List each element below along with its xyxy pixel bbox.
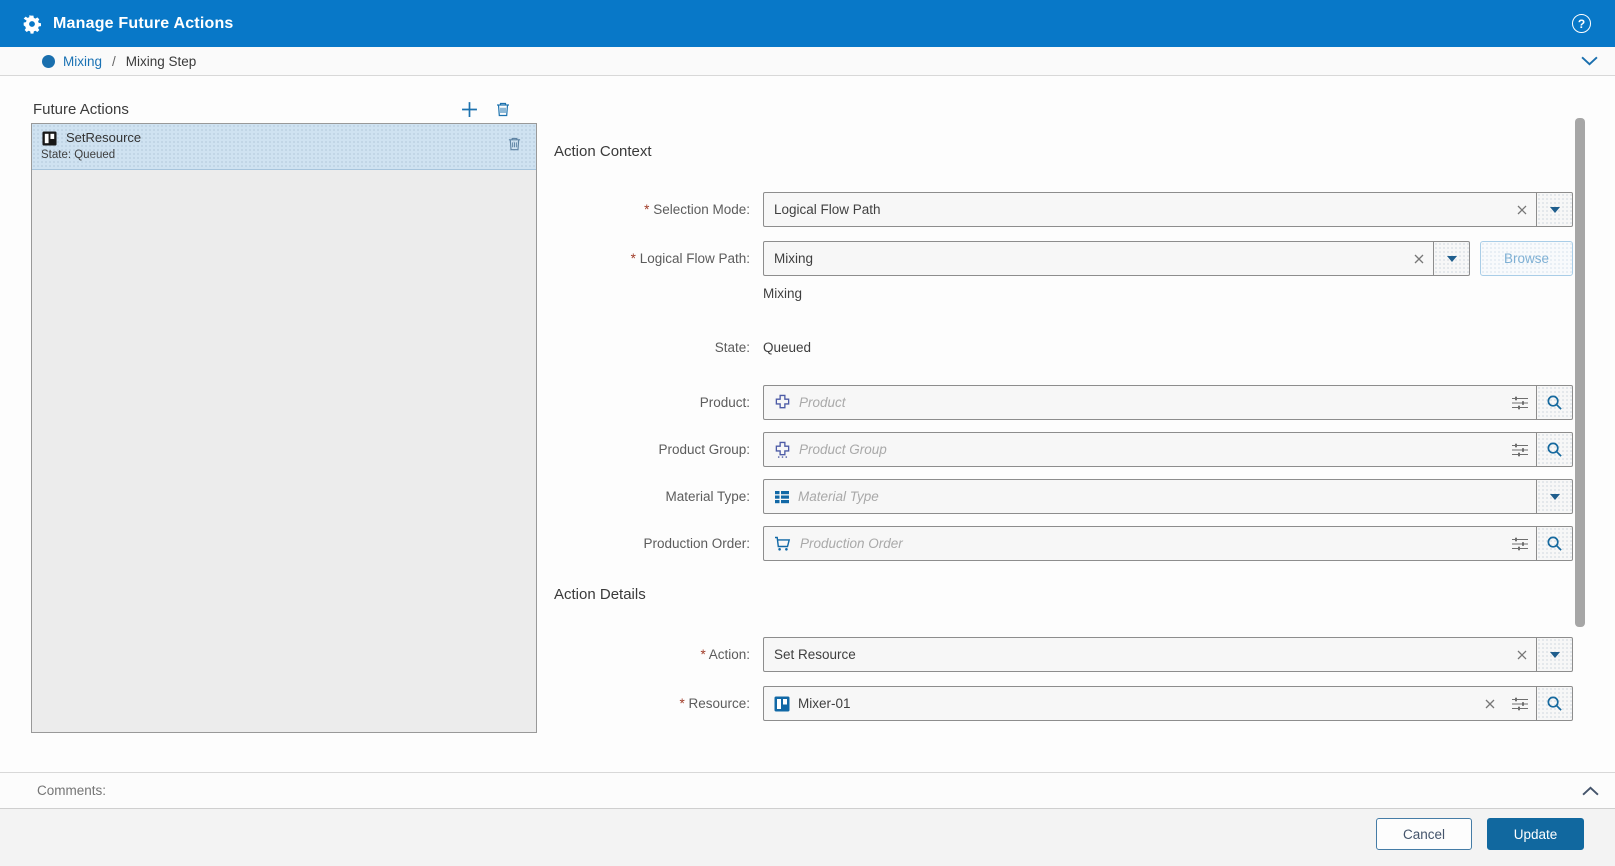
clear-icon[interactable] (1508, 638, 1536, 671)
caret-down-icon (1549, 206, 1560, 213)
search-icon (1547, 395, 1562, 410)
product-label: Product: (699, 395, 750, 410)
search-icon (1547, 696, 1562, 711)
production-order-field (763, 526, 1573, 561)
form-row-logical-flow-path: Logical Flow Path: Browse (554, 241, 1573, 276)
product-group-label: Product Group: (658, 442, 750, 457)
action-input[interactable] (764, 638, 1508, 671)
product-group-icon (774, 441, 791, 458)
product-field (763, 385, 1573, 420)
manage-future-actions-window: Manage Future Actions ? Mixing / Mixing … (0, 0, 1615, 866)
caret-down-icon (1446, 255, 1457, 262)
production-order-input[interactable] (792, 527, 1504, 560)
search-icon (1547, 442, 1562, 457)
material-type-dropdown-button[interactable] (1536, 480, 1572, 513)
material-type-label: Material Type: (665, 489, 750, 504)
product-group-search-button[interactable] (1536, 433, 1572, 466)
delete-item-icon[interactable] (507, 136, 522, 157)
future-actions-list: SetResource State: Queued (31, 123, 537, 733)
filter-sliders-icon[interactable] (1504, 433, 1536, 466)
add-action-button[interactable] (461, 101, 478, 118)
title-bar: Manage Future Actions ? (0, 0, 1615, 47)
product-group-input[interactable] (791, 433, 1504, 466)
resource-label: Resource: (554, 696, 750, 711)
update-button[interactable]: Update (1487, 818, 1584, 850)
selection-mode-label: Selection Mode: (554, 202, 750, 217)
comments-bar: Comments: (0, 772, 1615, 809)
clear-icon[interactable] (1405, 242, 1433, 275)
form-row-selection-mode: Selection Mode: (554, 192, 1573, 227)
product-search-button[interactable] (1536, 386, 1572, 419)
material-type-list-icon (774, 489, 790, 505)
state-value: Queued (763, 339, 812, 355)
logical-flow-path-field (763, 241, 1470, 276)
state-label: State: (714, 339, 750, 355)
cancel-button[interactable]: Cancel (1376, 818, 1472, 850)
breadcrumb-dot-icon (42, 54, 55, 68)
breadcrumb-link-mixing[interactable]: Mixing (63, 54, 102, 69)
page-title: Manage Future Actions (53, 14, 234, 32)
action-dropdown-button[interactable] (1536, 638, 1572, 671)
resource-icon (774, 696, 790, 712)
search-icon (1547, 536, 1562, 551)
help-icon[interactable]: ? (1572, 14, 1591, 33)
clear-icon[interactable] (1476, 687, 1504, 720)
resource-icon (42, 131, 57, 151)
material-type-input[interactable] (790, 480, 1536, 513)
browse-button[interactable]: Browse (1480, 241, 1573, 276)
chevron-down-icon[interactable] (1581, 56, 1598, 66)
action-context-heading: Action Context (554, 143, 652, 160)
logical-flow-path-description: Mixing (763, 286, 803, 301)
gear-icon (22, 14, 42, 34)
form-row-production-order: Production Order: (554, 526, 1573, 561)
clear-icon[interactable] (1508, 193, 1536, 226)
selection-mode-dropdown-button[interactable] (1536, 193, 1572, 226)
form-row-action: Action: (554, 637, 1573, 672)
production-order-label: Production Order: (643, 536, 750, 551)
footer-bar: Cancel Update (0, 809, 1615, 866)
logical-flow-path-label: Logical Flow Path: (554, 251, 750, 266)
breadcrumb-separator: / (112, 53, 116, 69)
action-details-heading: Action Details (554, 586, 646, 603)
form-row-state: State: Queued (554, 337, 1573, 357)
material-type-field (763, 479, 1573, 514)
resource-input[interactable] (790, 687, 1476, 720)
vertical-scrollbar[interactable] (1575, 118, 1585, 627)
selection-mode-field (763, 192, 1573, 227)
product-group-field (763, 432, 1573, 467)
form-row-resource: Resource: (554, 686, 1573, 721)
product-input[interactable] (791, 386, 1504, 419)
list-item-name: SetResource (66, 130, 142, 145)
caret-down-icon (1549, 493, 1560, 500)
future-actions-title: Future Actions (33, 100, 129, 118)
production-order-search-button[interactable] (1536, 527, 1572, 560)
cart-icon (774, 536, 792, 552)
comments-label: Comments: (37, 783, 107, 798)
action-label: Action: (554, 647, 750, 662)
filter-sliders-icon[interactable] (1504, 386, 1536, 419)
form-row-material-type: Material Type: (554, 479, 1573, 514)
list-item-setresource[interactable]: SetResource State: Queued (32, 124, 536, 170)
selection-mode-input[interactable] (764, 193, 1508, 226)
breadcrumb: Mixing / Mixing Step (0, 47, 1615, 76)
breadcrumb-current: Mixing Step (125, 53, 197, 69)
caret-down-icon (1549, 651, 1560, 658)
resource-field (763, 686, 1573, 721)
logical-flow-path-input[interactable] (764, 242, 1405, 275)
future-actions-header: Future Actions (33, 96, 537, 122)
filter-sliders-icon[interactable] (1504, 687, 1536, 720)
logical-flow-path-dropdown-button[interactable] (1433, 242, 1469, 275)
delete-actions-button[interactable] (495, 101, 511, 118)
filter-sliders-icon[interactable] (1504, 527, 1536, 560)
form-row-product-group: Product Group: (554, 432, 1573, 467)
product-icon (774, 394, 791, 411)
list-item-state: State: Queued (41, 149, 116, 161)
resource-search-button[interactable] (1536, 687, 1572, 720)
chevron-up-icon[interactable] (1582, 786, 1599, 796)
action-field (763, 637, 1573, 672)
form-row-product: Product: (554, 385, 1573, 420)
